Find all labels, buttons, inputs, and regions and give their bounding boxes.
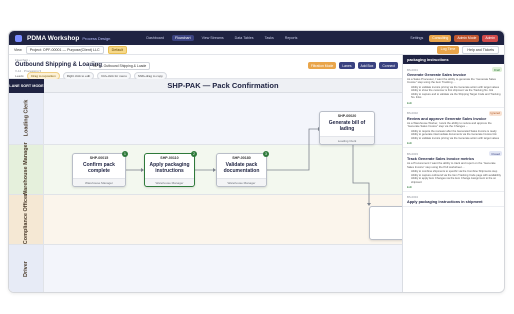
story-item[interactable]: BS-0003 Closed Track Generate Sales Invo… (403, 148, 504, 193)
nav-view-streams[interactable]: View Streams (199, 35, 227, 41)
top-right-actions: Settings Consulting Admin Mode Admin (407, 34, 498, 42)
flowchart-title: SHP-PAK — Pack Confirmation (44, 79, 402, 93)
process-card-validate-pack-docs[interactable]: 3 SHP-00180 Validate pack documentation … (216, 151, 269, 187)
top-nav-bar: PDMA Workshop Process Design Dashboard F… (9, 31, 504, 45)
card-lane: Loading Clerk (320, 136, 374, 144)
story-item[interactable]: BS-0002 Ignored Review and approve Gener… (403, 108, 504, 149)
criteria-item: Ability to apply item Changes via the it… (411, 177, 497, 184)
story-title: Apply packaging instructions in shipment (407, 200, 483, 205)
lanes-button[interactable]: Lanes (339, 62, 355, 69)
add-box-button[interactable]: Add Box (357, 62, 377, 69)
criteria-item: Ability to validate invoice pricing via … (411, 136, 500, 140)
story-text: As a Sales Processor, I want the ability… (407, 77, 496, 85)
stories-side-panel: packaging instructions BS-0001 Draft Gen… (402, 55, 504, 292)
lane-label: Driver (22, 261, 29, 278)
nav-tasks[interactable]: Tasks (262, 35, 277, 41)
nav-dashboard[interactable]: Dashboard (143, 35, 167, 41)
help-tickets-button[interactable]: Help and Tickets (462, 45, 499, 54)
card-lane: Warehouse Manager (217, 178, 266, 186)
filtration-mode-button[interactable]: Filtration Mode (307, 62, 337, 69)
flow-select[interactable]: WP — Outbound Shipping & Loade (89, 62, 151, 70)
nav-flowchart[interactable]: Flowchart (171, 35, 194, 41)
lane-sort-mode-cell[interactable]: LANE SORT MODE (9, 79, 44, 93)
lane-warehouse-manager: Warehouse Manager (9, 142, 402, 197)
connect-button[interactable]: Connect (379, 62, 398, 69)
consulting-button[interactable]: Consulting (429, 34, 452, 42)
card-title: Generate bill of lading (328, 120, 366, 132)
status-badge: Ignored (488, 110, 502, 116)
edit-link[interactable]: Edit (407, 101, 502, 105)
legend-label: Leads: (15, 74, 25, 78)
card-title: Confirm pack complete (83, 162, 115, 174)
process-card-apply-packaging[interactable]: 2 SHP-00110 Apply packaging instructions… (144, 151, 197, 187)
lane-compliance-officer: Compliance Officer (9, 194, 402, 245)
status-badge: Draft (491, 67, 502, 72)
nav-reports[interactable]: Reports (282, 35, 301, 41)
lane-label: Warehouse Manager (22, 142, 29, 197)
project-select[interactable]: Project: OPF-00001 — Purpose(Client) LLC (25, 45, 104, 54)
step-number-badge: 1 (122, 151, 128, 157)
process-card-generate-bill[interactable]: SHP-00020 Generate bill of lading Loadin… (319, 111, 375, 145)
story-item[interactable]: BS-0001 Draft Generate Generate Sales In… (403, 64, 504, 108)
story-item[interactable]: BS-0004 Apply packaging instructions in … (403, 192, 504, 208)
logo-icon (15, 34, 22, 42)
lane-label: Compliance Officer (22, 194, 29, 245)
project-toolbar: View Project: OPF-00001 — Purpose(Client… (9, 45, 504, 55)
card-lane: Warehouse Manager (145, 178, 194, 186)
criteria-item: Ability to capture and to validate via t… (411, 92, 501, 100)
story-text: As a Warehouse Worker, I want the abilit… (407, 120, 492, 129)
card-lane: Warehouse Manager (73, 178, 125, 186)
story-id: BS-0004 (407, 195, 418, 200)
lane-label: Loading Clerk (22, 100, 29, 137)
brand-subtitle: Process Design (82, 35, 111, 41)
step-number-badge: 2 (191, 151, 197, 157)
view-label: View (14, 47, 22, 52)
admin-mode-button[interactable]: Admin Mode (454, 34, 480, 42)
nav-data-tables[interactable]: Data Tables (232, 35, 257, 41)
log-time-button[interactable]: Log Time (436, 45, 460, 54)
default-button[interactable]: Default (107, 45, 128, 54)
edit-link[interactable]: Edit (407, 185, 502, 189)
flowchart-header: Flowchart › Outbound Shipping & Loading … (9, 55, 402, 80)
card-title: Apply packaging instructions (149, 162, 190, 174)
brand-title[interactable]: PDMA Workshop (27, 35, 79, 42)
card-title: Validate pack documentation (223, 162, 260, 174)
panel-title: packaging instructions (403, 55, 504, 64)
settings-link[interactable]: Settings (407, 35, 426, 41)
story-id: BS-0001 (407, 67, 418, 72)
process-card-confirm-pack[interactable]: 1 SHP-00015 Confirm pack complete Wareho… (72, 151, 128, 187)
edit-link[interactable]: Edit (407, 141, 502, 145)
story-id: BS-0003 (407, 151, 418, 156)
story-id: BS-0002 (407, 111, 418, 116)
user-menu-button[interactable]: Admin (482, 34, 498, 42)
lane-driver: Driver (9, 245, 402, 292)
flowchart-canvas[interactable]: LANE SORT MODE SHP-PAK — Pack Confirmati… (9, 79, 409, 292)
app-window: PDMA Workshop Process Design Dashboard F… (8, 30, 505, 293)
story-text: As a Procurement I want the ability to t… (407, 161, 496, 169)
status-badge: Closed (489, 151, 502, 157)
step-number-badge: 3 (263, 151, 269, 157)
